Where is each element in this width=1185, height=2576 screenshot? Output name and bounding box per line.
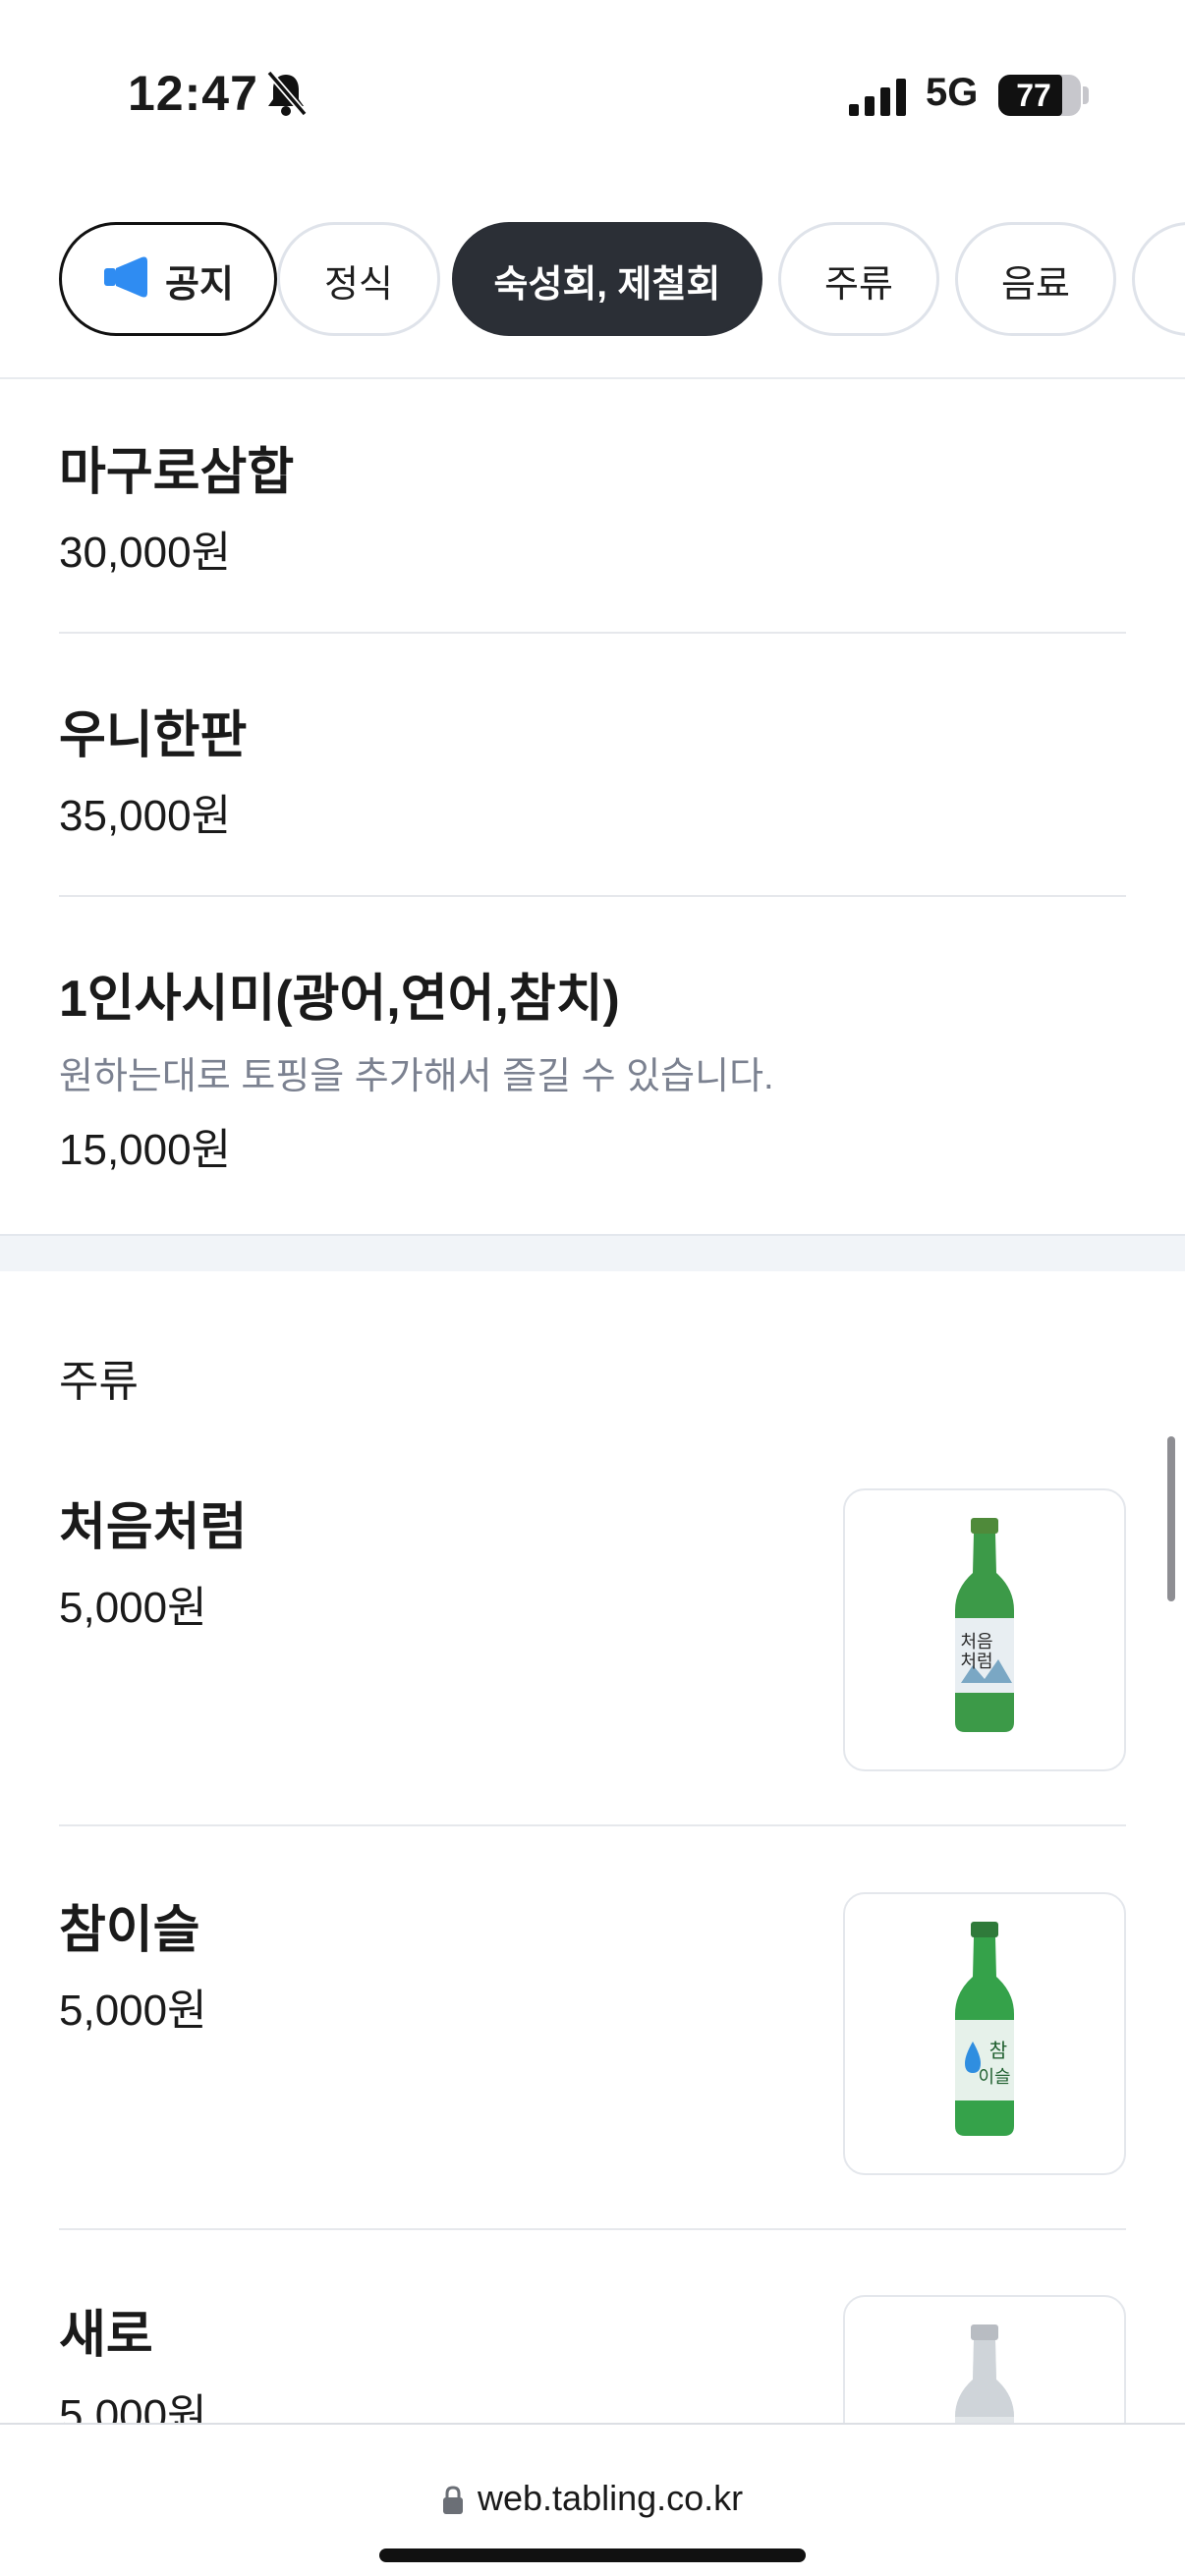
battery-nub: [1083, 86, 1089, 104]
soju-bottle-icon: 처음 처럼: [955, 1518, 1014, 1732]
status-bar: 12:47 5G 77: [0, 0, 1185, 196]
item-image[interactable]: 처음 처럼: [843, 1488, 1126, 1771]
battery-level: 77: [1016, 78, 1051, 113]
tab-sashimi[interactable]: 숙성회, 제철회: [452, 222, 762, 336]
network-type: 5G: [926, 71, 979, 114]
svg-text:처럼: 처럼: [960, 1652, 992, 1672]
lock-icon: [443, 2486, 463, 2514]
tab-more[interactable]: 하: [1132, 222, 1185, 336]
item-name: 마구로삼합: [59, 444, 295, 501]
tab-label: 정식: [324, 264, 393, 307]
item-price: 5,000원: [59, 1584, 207, 1632]
item-price: 30,000원: [59, 529, 232, 577]
tabs-divider: [0, 377, 1185, 379]
svg-text:처음: 처음: [960, 1632, 992, 1652]
battery-icon: 77: [998, 75, 1081, 116]
item-price: 5,000원: [59, 1987, 207, 2035]
item-image[interactable]: 참 이슬: [843, 1892, 1126, 2175]
tab-notice[interactable]: 공지: [59, 222, 277, 336]
menu-item[interactable]: 1인사시미(광어,연어,참치) 원하는대로 토핑을 추가해서 즐길 수 있습니다…: [59, 939, 1126, 1195]
divider: [59, 1824, 1126, 1826]
divider: [59, 632, 1126, 634]
megaphone-icon: [104, 256, 148, 298]
tab-label: 숙성회, 제철회: [493, 264, 721, 307]
menu-item[interactable]: 마구로삼합 30,000원: [59, 413, 1126, 609]
browser-address-bar[interactable]: web.tabling.co.kr: [0, 2423, 1185, 2576]
category-tabs: 공지 정식 숙성회, 제철회 주류 음료 하: [59, 222, 1185, 336]
section-gap: [0, 1234, 1185, 1271]
bell-slash-icon: [266, 70, 308, 117]
scrollbar[interactable]: [1167, 1436, 1175, 1601]
item-description: 원하는대로 토핑을 추가해서 즐길 수 있습니다.: [59, 1056, 774, 1097]
item-name: 새로: [59, 2307, 153, 2364]
item-price: 35,000원: [59, 792, 232, 840]
svg-text:참: 참: [989, 2039, 1007, 2062]
tab-label: 음료: [1001, 264, 1070, 307]
tab-jeongsik[interactable]: 정식: [277, 222, 440, 336]
tab-label: 공지: [165, 264, 234, 307]
divider: [59, 2228, 1126, 2230]
tab-liquor[interactable]: 주류: [778, 222, 939, 336]
item-name: 우니한판: [59, 707, 248, 764]
divider: [59, 895, 1126, 897]
item-name: 처음처럼: [59, 1499, 248, 1556]
status-time: 12:47: [128, 66, 258, 121]
cellular-signal-icon: [849, 79, 906, 116]
soju-bottle-icon: 참 이슬: [955, 1922, 1014, 2136]
item-name: 참이슬: [59, 1902, 200, 1959]
svg-text:이슬: 이슬: [978, 2067, 1010, 2088]
home-indicator: [379, 2548, 806, 2562]
tab-label: 주류: [824, 264, 893, 307]
url-text: web.tabling.co.kr: [478, 2478, 744, 2518]
item-price: 15,000원: [59, 1126, 232, 1174]
tab-beverage[interactable]: 음료: [955, 222, 1116, 336]
item-name: 1인사시미(광어,연어,참치): [59, 971, 620, 1028]
section-title: 주류: [59, 1358, 139, 1406]
menu-item[interactable]: 우니한판 35,000원: [59, 676, 1126, 872]
